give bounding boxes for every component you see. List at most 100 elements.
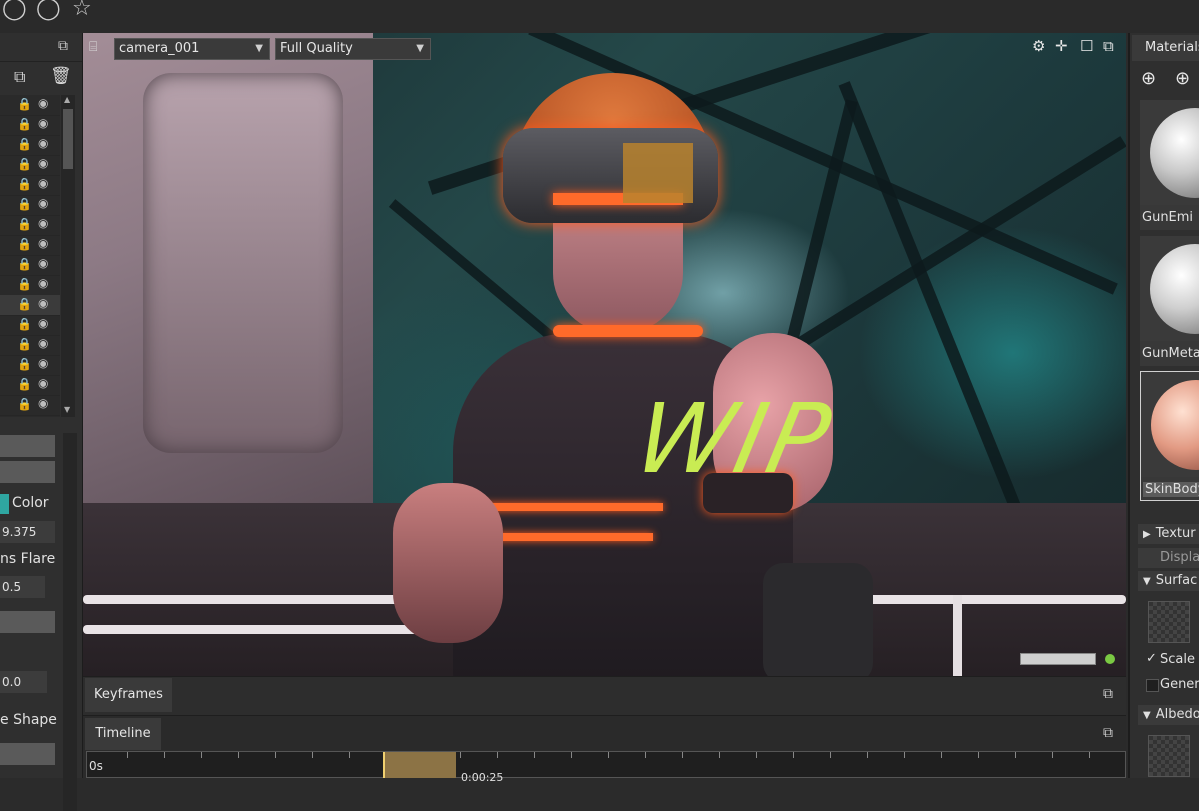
outliner-row[interactable]: 🔒 ◉ xyxy=(0,215,60,236)
scrollbar-thumb[interactable] xyxy=(63,109,73,169)
eye-icon[interactable]: ◉ xyxy=(38,376,48,390)
property-button-2[interactable] xyxy=(0,461,55,483)
popout-icon[interactable]: ⧉ xyxy=(1103,37,1114,55)
section-textures[interactable]: ▶ Textur xyxy=(1138,524,1199,544)
generate-checkbox[interactable] xyxy=(1146,679,1159,692)
duplicate-material-icon[interactable]: ⊕ xyxy=(1175,68,1190,89)
eye-icon[interactable]: ◉ xyxy=(38,196,48,210)
material-card[interactable]: GunEmi xyxy=(1140,100,1199,230)
lasso-icon[interactable]: ◯ xyxy=(2,0,27,21)
value-field-2[interactable]: 0.5 xyxy=(0,576,45,598)
section-surface[interactable]: ▼ Surfac xyxy=(1138,571,1199,591)
properties-scrollbar[interactable] xyxy=(63,433,77,811)
eye-icon[interactable]: ◉ xyxy=(38,236,48,250)
outliner-row[interactable]: 🔒 ◉ xyxy=(0,295,60,316)
gear-icon[interactable]: ⚙ xyxy=(1032,37,1045,55)
eye-icon[interactable]: ◉ xyxy=(38,216,48,230)
move-icon[interactable]: ✛ xyxy=(1055,37,1068,55)
outliner-row[interactable]: 🔒 ◉ xyxy=(0,175,60,196)
lock-icon[interactable]: 🔒 xyxy=(17,137,32,151)
checkbox-checked-icon[interactable]: ✓ xyxy=(1146,651,1157,666)
timeline-ruler[interactable]: 0s 0:00:25 xyxy=(86,751,1126,784)
scroll-down-icon[interactable]: ▼ xyxy=(64,405,70,414)
scroll-up-icon[interactable]: ▲ xyxy=(64,95,70,104)
albedo-texture-slot[interactable] xyxy=(1148,735,1190,777)
lock-icon[interactable]: 🔒 xyxy=(17,157,32,171)
lock-icon[interactable]: 🔒 xyxy=(17,177,32,191)
material-card-selected[interactable]: SkinBody xyxy=(1140,371,1199,501)
outliner-row[interactable]: 🔒 ◉ xyxy=(0,375,60,396)
popout-icon[interactable]: ⧉ xyxy=(58,38,68,54)
outliner-row[interactable]: 🔒 ◉ xyxy=(0,315,60,336)
lock-icon[interactable]: 🔒 xyxy=(17,357,32,371)
property-button-1[interactable] xyxy=(0,435,55,457)
outliner-row[interactable]: 🔒 ◉ xyxy=(0,135,60,156)
tab-keyframes[interactable]: Keyframes xyxy=(85,678,172,712)
lock-icon[interactable]: 🔒 xyxy=(17,277,32,291)
outliner-row[interactable]: 🔒 ◉ xyxy=(0,335,60,356)
eye-icon[interactable]: ◉ xyxy=(38,336,48,350)
ruler-tick xyxy=(608,752,609,758)
lock-icon[interactable]: 🔒 xyxy=(17,117,32,131)
section-displacement[interactable]: Displac xyxy=(1138,548,1199,568)
delete-icon[interactable]: 🗑 xyxy=(50,66,72,86)
add-material-icon[interactable]: ⊕ xyxy=(1141,68,1156,89)
outliner-row[interactable]: 🔒 ◉ xyxy=(0,395,60,416)
playhead[interactable] xyxy=(383,752,385,778)
value-field-3[interactable]: 0.0 xyxy=(0,671,47,693)
value-field-1[interactable]: 9.375 xyxy=(0,521,55,543)
eye-icon[interactable]: ◉ xyxy=(38,396,48,410)
eye-icon[interactable]: ◉ xyxy=(38,256,48,270)
lock-icon[interactable]: 🔒 xyxy=(17,97,32,111)
lock-icon[interactable]: 🔒 xyxy=(17,337,32,351)
lock-icon[interactable]: 🔒 xyxy=(17,257,32,271)
lock-icon[interactable]: 🔒 xyxy=(17,377,32,391)
eye-icon[interactable]: ◉ xyxy=(38,316,48,330)
eye-icon[interactable]: ◉ xyxy=(38,156,48,170)
material-card[interactable]: GunMeta xyxy=(1140,236,1199,366)
lock-icon[interactable]: 🔒 xyxy=(17,397,32,411)
camera-select[interactable]: camera_001 ▼ xyxy=(114,38,270,60)
eye-icon[interactable]: ◉ xyxy=(38,296,48,310)
popout-icon[interactable]: ⧉ xyxy=(1103,725,1113,741)
eye-icon[interactable]: ◉ xyxy=(38,176,48,190)
add-object-icon[interactable]: ⧉ xyxy=(14,67,25,87)
outliner-row[interactable]: 🔒 ◉ xyxy=(0,195,60,216)
outliner-row[interactable]: 🔒 ◉ xyxy=(0,95,60,116)
eye-icon[interactable]: ◉ xyxy=(38,116,48,130)
property-button-4[interactable] xyxy=(0,743,55,765)
lock-icon[interactable]: 🔒 xyxy=(17,197,32,211)
outliner-row[interactable]: 🔒 ◉ xyxy=(0,255,60,276)
outliner-row[interactable]: 🔒 ◉ xyxy=(0,115,60,136)
eye-icon[interactable]: ◉ xyxy=(38,136,48,150)
tab-timeline[interactable]: Timeline xyxy=(85,718,161,750)
eye-icon[interactable]: ◉ xyxy=(38,96,48,110)
color-swatch[interactable] xyxy=(0,494,9,514)
brush-select-icon[interactable]: ☆ xyxy=(72,0,92,21)
popout-icon[interactable]: ⧉ xyxy=(1103,686,1113,702)
render-viewport[interactable]: WIP ⌸ camera_001 ▼ Full Quality ▼ ⚙ ✛ ☐ … xyxy=(83,33,1126,676)
lock-icon[interactable]: 🔒 xyxy=(17,317,32,331)
lock-icon[interactable]: 🔒 xyxy=(17,297,32,311)
outliner-scrollbar[interactable]: ▲ ▼ xyxy=(61,95,75,417)
outliner-row[interactable]: 🔒 ◉ xyxy=(0,155,60,176)
camera-icon[interactable]: ⌸ xyxy=(89,39,97,55)
maximize-icon[interactable]: ☐ xyxy=(1080,37,1093,55)
surface-texture-slot[interactable] xyxy=(1148,601,1190,643)
outliner-row[interactable]: 🔒 ◉ xyxy=(0,235,60,256)
property-button-3[interactable] xyxy=(0,611,55,633)
material-preview xyxy=(1141,372,1199,477)
eye-icon[interactable]: ◉ xyxy=(38,356,48,370)
eye-icon[interactable]: ◉ xyxy=(38,276,48,290)
ruler-tick xyxy=(1052,752,1053,758)
render-progress-bar xyxy=(1020,653,1096,665)
lock-icon[interactable]: 🔒 xyxy=(17,237,32,251)
outliner-row[interactable]: 🔒 ◉ xyxy=(0,275,60,296)
quality-select[interactable]: Full Quality ▼ xyxy=(275,38,431,60)
circle-select-icon[interactable]: ◯ xyxy=(36,0,61,21)
outliner-row[interactable]: 🔒 ◉ xyxy=(0,355,60,376)
tab-materials[interactable]: Materials xyxy=(1132,35,1199,61)
playback-range[interactable] xyxy=(384,752,456,778)
lock-icon[interactable]: 🔒 xyxy=(17,217,32,231)
section-albedo[interactable]: ▼ Albedo xyxy=(1138,705,1199,725)
